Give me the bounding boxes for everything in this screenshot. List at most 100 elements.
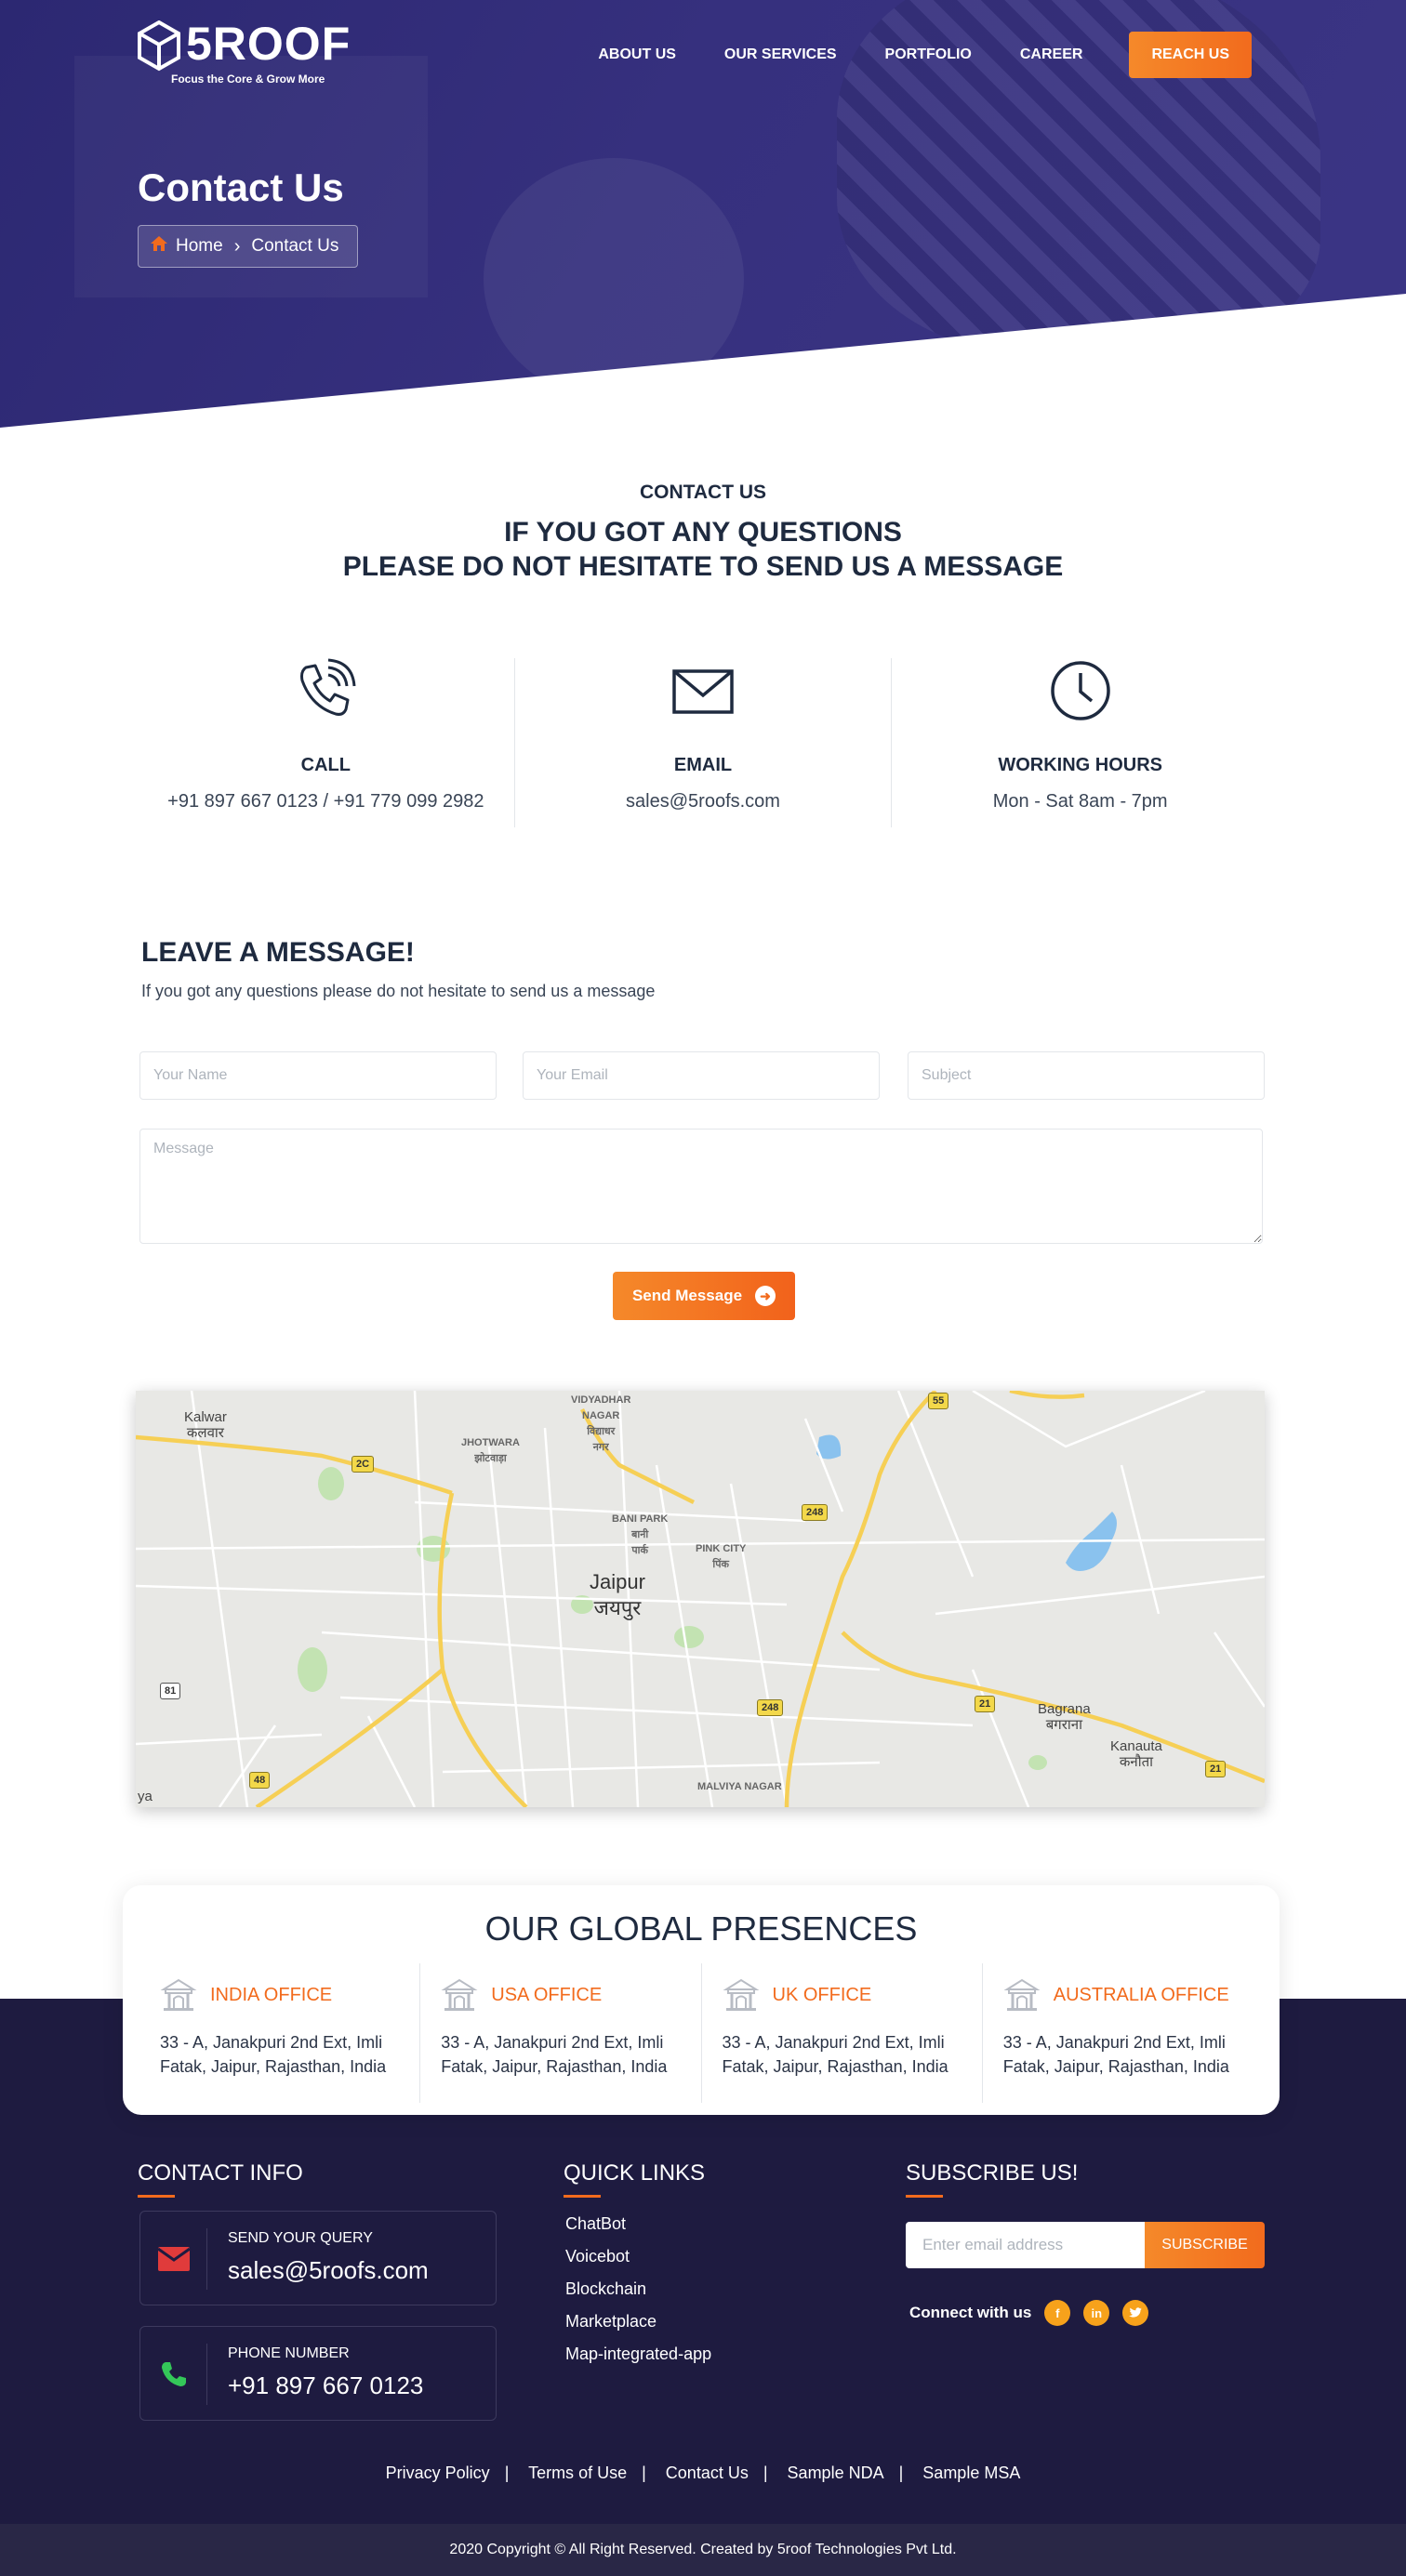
query-label: SEND YOUR QUERY [228,2230,373,2246]
footer-contact-title: CONTACT INFO [138,2160,303,2198]
map-label-kalwar: Kalwar कलवार [184,1409,227,1441]
social-connect: Connect with us f in [909,2300,1149,2326]
nav-career[interactable]: CAREER [1020,46,1083,63]
highway-shield-21: 21 [975,1696,996,1712]
hours-title: WORKING HOURS [998,755,1163,775]
sample-nda-link[interactable]: Sample NDA [788,2464,884,2482]
contact-us-link[interactable]: Contact Us [666,2464,749,2482]
email-value[interactable]: sales@5roofs.com [515,791,892,812]
highway-shield-21-east: 21 [1205,1761,1227,1777]
logo-cube-icon [138,20,180,72]
section-heading: IF YOU GOT ANY QUESTIONS PLEASE DO NOT H… [0,515,1406,584]
footer-links-title: QUICK LINKS [564,2160,706,2198]
linkedin-icon[interactable]: in [1083,2300,1110,2326]
map-roads [136,1391,1265,1807]
breadcrumb: Home › Contact Us [138,225,359,268]
facebook-icon[interactable]: f [1044,2300,1071,2326]
copyright-text: 2020 Copyright © All Right Reserved. Cre… [449,2542,957,2557]
highway-shield-81: 81 [160,1683,181,1699]
subject-input[interactable] [908,1051,1265,1100]
footer-subscribe-title: SUBSCRIBE US! [906,2160,1079,2198]
envelope-icon [515,658,892,733]
home-icon [150,235,168,258]
office-usa: USA OFFICE 33 - A, Janakpuri 2nd Ext, Im… [419,1963,700,2103]
legal-links: Privacy Policy | Terms of Use | Contact Us… [385,2464,1021,2482]
query-value[interactable]: sales@5roofs.com [228,2256,429,2285]
link-chatbot[interactable]: ChatBot [565,2214,711,2234]
connect-label: Connect with us [909,2304,1032,2321]
envelope-icon [140,2228,207,2290]
link-marketplace[interactable]: Marketplace [565,2312,711,2332]
email-input[interactable] [523,1051,880,1100]
message-textarea[interactable] [139,1129,1263,1244]
offices-list: INDIA OFFICE 33 - A, Janakpuri 2nd Ext, … [139,1963,1263,2103]
call-title: CALL [300,755,351,775]
reach-us-button[interactable]: REACH US [1129,32,1252,78]
map-label-edge: ya [138,1789,153,1804]
logo[interactable]: 5ROOF Focus the Core & Grow More [138,18,379,89]
map[interactable]: Kalwar कलवार VIDYADHAR NAGAR विद्याधर नगर JH… [136,1391,1265,1807]
highway-shield-248-south: 248 [757,1699,784,1716]
contact-column-hours: WORKING HOURS Mon - Sat 8am - 7pm [891,658,1268,827]
subscribe-button[interactable]: SUBSCRIBE [1145,2222,1265,2268]
office-australia-name: AUSTRALIA OFFICE [1053,1984,1229,2005]
logo-tagline: Focus the Core & Grow More [171,73,325,86]
highway-shield-48: 48 [249,1772,271,1789]
map-label-jhotwara: JHOTWARA झोटवाड़ा [461,1437,520,1464]
map-label-vidyadhar: VIDYADHAR NAGAR विद्याधर नगर [571,1394,631,1453]
nav-services[interactable]: OUR SERVICES [724,46,837,63]
highway-shield-55: 55 [928,1393,949,1409]
sample-msa-link[interactable]: Sample MSA [922,2464,1020,2482]
global-title: OUR GLOBAL PRESENCES [484,1909,918,1948]
building-icon [723,1978,759,2011]
page-title: Contact Us [138,165,344,209]
twitter-icon[interactable] [1122,2300,1149,2326]
section-kicker: CONTACT US [639,482,767,503]
office-usa-name: USA OFFICE [491,1984,603,2005]
map-label-kanauta: Kanauta कनौता [1110,1738,1162,1770]
hours-value: Mon - Sat 8am - 7pm [992,791,1168,812]
office-uk: UK OFFICE 33 - A, Janakpuri 2nd Ext, Iml… [700,1963,982,2103]
main-nav: ABOUT US OUR SERVICES PORTFOLIO CAREER R… [550,32,1252,78]
highway-shield-248: 248 [802,1504,829,1521]
chevron-right-icon: › [233,235,241,257]
section-heading-line1: IF YOU GOT ANY QUESTIONS [504,517,902,548]
nav-about[interactable]: ABOUT US [598,46,676,63]
map-label-malviya-nagar: MALVIYA NAGAR [697,1781,782,1792]
map-label-bani-park: BANI PARK बानी पार्क [612,1513,669,1556]
section-heading-line2: PLEASE DO NOT HESITATE TO SEND US A MESS… [342,551,1064,582]
subscribe-email-input[interactable] [906,2222,1145,2268]
copyright-bar: 2020 Copyright © All Right Reserved. Cre… [0,2524,1406,2576]
office-india: INDIA OFFICE 33 - A, Janakpuri 2nd Ext, … [139,1963,419,2103]
call-value[interactable]: +91 897 667 0123 / +91 779 099 2982 [138,791,514,812]
building-icon [1003,1978,1041,2011]
link-map-app[interactable]: Map-integrated-app [565,2345,711,2364]
logo-text: 5ROOF [186,18,352,70]
global-presences-card: OUR GLOBAL PRESENCES INDIA OFFICE 33 - A… [123,1885,1280,2115]
terms-link[interactable]: Terms of Use [528,2464,627,2482]
link-voicebot[interactable]: Voicebot [565,2247,711,2266]
map-label-pink-city: PINK CITY पिंक [696,1543,747,1570]
form-title: LEAVE A MESSAGE! [141,937,415,968]
privacy-policy-link[interactable]: Privacy Policy [386,2464,490,2482]
breadcrumb-home[interactable]: Home [176,236,223,257]
phone-label: PHONE NUMBER [228,2345,350,2361]
query-card[interactable]: SEND YOUR QUERY sales@5roofs.com [139,2211,497,2305]
clock-icon [892,658,1268,733]
contact-column-call: CALL +91 897 667 0123 / +91 779 099 2982 [138,658,514,827]
email-title: EMAIL [673,755,733,775]
link-blockchain[interactable]: Blockchain [565,2279,711,2299]
name-input[interactable] [139,1051,497,1100]
breadcrumb-current: Contact Us [251,236,339,256]
send-message-button[interactable]: Send Message ➜ [613,1272,795,1320]
map-label-bagrana: Bagrana बगराना [1038,1701,1091,1733]
phone-value[interactable]: +91 897 667 0123 [228,2371,423,2400]
office-usa-address: 33 - A, Janakpuri 2nd Ext, Imli Fatak, Ja… [441,2033,668,2076]
form-subtitle: If you got any questions please do not h… [141,982,656,1000]
phone-icon [138,658,514,733]
office-india-name: INDIA OFFICE [210,1984,333,2005]
nav-portfolio[interactable]: PORTFOLIO [885,46,972,63]
send-message-label: Send Message [631,1287,743,1304]
phone-card[interactable]: PHONE NUMBER +91 897 667 0123 [139,2326,497,2421]
phone-icon [140,2344,207,2405]
